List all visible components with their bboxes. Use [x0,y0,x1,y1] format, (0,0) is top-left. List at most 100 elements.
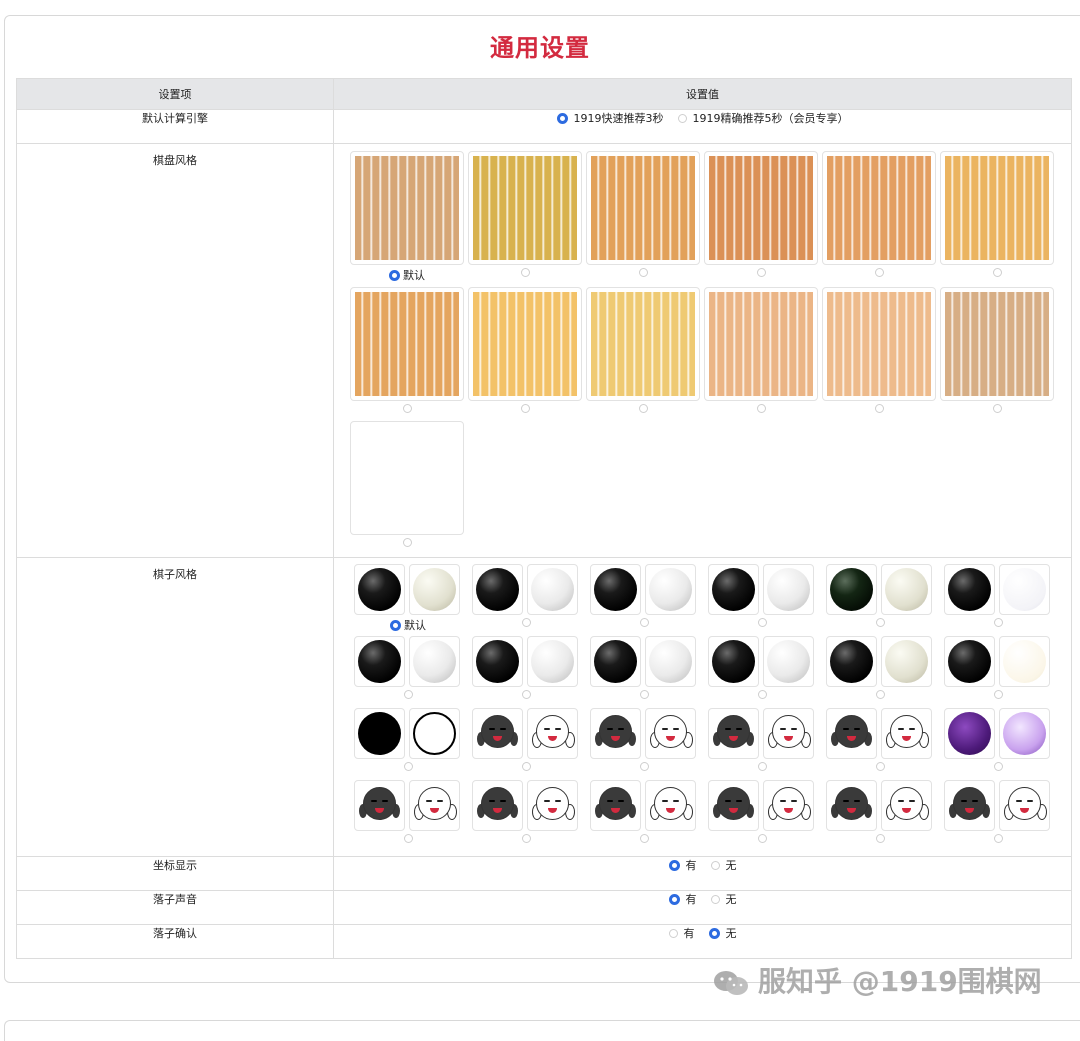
stone-pair-option[interactable] [639,762,649,771]
white-stone-preview[interactable] [999,780,1050,831]
stone-pair-option[interactable] [757,762,767,771]
board-swatch-radio[interactable] [874,268,884,277]
black-stone-preview[interactable] [944,708,995,759]
black-stone-preview[interactable] [472,564,523,615]
white-stone-preview[interactable] [763,636,814,687]
stone-pair-option[interactable] [521,618,531,627]
stone-pair-option[interactable] [403,762,413,771]
black-stone-preview[interactable] [826,780,877,831]
black-stone-preview[interactable] [944,780,995,831]
black-stone-preview[interactable] [826,564,877,615]
coords-option-on[interactable]: 有 [668,857,697,873]
coords-option-off[interactable]: 无 [710,857,737,873]
coords-radio-off[interactable] [710,860,720,870]
black-stone-preview[interactable] [472,636,523,687]
confirm-option-off[interactable]: 无 [708,925,737,941]
sound-option-on[interactable]: 有 [668,891,697,907]
board-swatch[interactable] [704,287,818,401]
white-stone-preview[interactable] [527,708,578,759]
board-swatch[interactable] [822,287,936,401]
white-stone-preview[interactable] [645,780,696,831]
stone-pair-radio[interactable] [993,618,1003,627]
black-stone-preview[interactable] [472,780,523,831]
board-swatch-option[interactable] [638,404,648,413]
board-swatch[interactable] [468,151,582,265]
board-swatch-radio[interactable] [874,404,884,413]
stone-pair-radio[interactable] [639,834,649,843]
stone-pair-option[interactable] [639,834,649,843]
board-swatch-option[interactable] [992,268,1002,277]
stone-pair-option[interactable] [521,834,531,843]
stone-pair-option[interactable] [639,690,649,699]
white-stone-preview[interactable] [999,708,1050,759]
stone-pair-radio[interactable] [403,834,413,843]
white-stone-preview[interactable] [881,708,932,759]
board-swatch[interactable] [350,287,464,401]
board-swatch[interactable] [350,421,464,535]
board-swatch[interactable] [704,151,818,265]
stone-pair-option[interactable] [993,618,1003,627]
black-stone-preview[interactable] [826,708,877,759]
board-swatch[interactable] [350,151,464,265]
stone-pair-radio[interactable] [875,618,885,627]
board-swatch-option[interactable] [992,404,1002,413]
black-stone-preview[interactable] [708,564,759,615]
stone-pair-radio[interactable] [757,762,767,771]
stone-pair-option[interactable] [403,834,413,843]
board-swatch-radio[interactable] [402,404,412,413]
black-stone-preview[interactable] [708,708,759,759]
white-stone-preview[interactable] [527,636,578,687]
engine-option-fast[interactable]: 1919快速推荐3秒 [556,110,664,126]
stone-pair-radio[interactable] [639,762,649,771]
black-stone-preview[interactable] [354,636,405,687]
stone-pair-option[interactable] [639,618,649,627]
black-stone-preview[interactable] [826,636,877,687]
board-swatch-option[interactable] [756,268,766,277]
white-stone-preview[interactable] [645,564,696,615]
white-stone-preview[interactable] [881,636,932,687]
board-swatch-option[interactable] [874,268,884,277]
stone-pair-radio[interactable] [521,834,531,843]
black-stone-preview[interactable] [590,636,641,687]
board-swatch-radio[interactable] [992,404,1002,413]
stone-pair-radio[interactable] [521,762,531,771]
stone-pair-option[interactable] [993,762,1003,771]
board-swatch-radio[interactable] [756,268,766,277]
stone-pair-radio[interactable] [403,762,413,771]
board-swatch-option[interactable] [756,404,766,413]
stone-pair-option[interactable] [521,690,531,699]
white-stone-preview[interactable] [881,564,932,615]
board-swatch[interactable] [468,287,582,401]
stone-pair-radio[interactable] [757,690,767,699]
board-swatch-radio[interactable] [992,268,1002,277]
stone-pair-radio[interactable] [521,618,531,627]
stone-pair-option[interactable] [875,690,885,699]
stone-pair-radio[interactable] [993,690,1003,699]
stone-pair-radio[interactable] [875,834,885,843]
board-swatch-option[interactable] [520,268,530,277]
coords-radio-on[interactable] [668,859,680,871]
board-swatch-option[interactable] [874,404,884,413]
board-swatch[interactable] [586,151,700,265]
stone-pair-radio[interactable] [390,619,401,631]
board-swatch-radio[interactable] [638,404,648,413]
black-stone-preview[interactable] [944,564,995,615]
white-stone-preview[interactable] [645,708,696,759]
stone-pair-option[interactable] [875,618,885,627]
black-stone-preview[interactable] [354,564,405,615]
stone-pair-radio[interactable] [757,618,767,627]
stone-pair-option[interactable] [875,834,885,843]
stone-pair-radio[interactable] [993,834,1003,843]
stone-pair-option[interactable] [521,762,531,771]
board-swatch-option[interactable] [402,538,412,547]
black-stone-preview[interactable] [590,780,641,831]
stone-pair-option[interactable] [757,690,767,699]
white-stone-preview[interactable] [763,708,814,759]
stone-pair-option[interactable]: 默认 [390,617,426,633]
board-swatch-option[interactable] [638,268,648,277]
board-swatch-option[interactable] [402,404,412,413]
board-swatch-radio[interactable] [756,404,766,413]
white-stone-preview[interactable] [527,564,578,615]
confirm-option-on[interactable]: 有 [668,925,695,941]
black-stone-preview[interactable] [590,708,641,759]
